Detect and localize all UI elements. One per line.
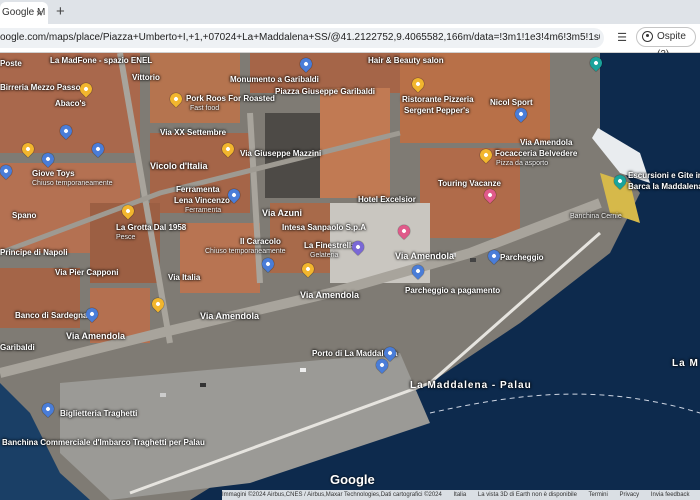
map-sublabel: Pizza da asporto — [496, 160, 549, 167]
map-label: Vittorio — [132, 73, 160, 82]
map-label: Lena Vincenzo — [174, 196, 230, 205]
browser-tab[interactable]: Google M × — [0, 2, 48, 24]
privacy-link[interactable]: Privacy — [620, 492, 640, 498]
street-label: Via Pier Capponi — [55, 268, 119, 277]
map-label: Ferramenta — [176, 185, 220, 194]
google-logo: Google — [330, 472, 375, 487]
imagery-credit: Immagini ©2024 Airbus,CNES / Airbus,Maxa… — [222, 492, 442, 498]
street-label: Via Amendola — [66, 331, 126, 341]
earth-notice: La vista 3D di Earth non è disponibile — [477, 492, 577, 498]
map-attribution-bar: Immagini ©2024 Airbus,CNES / Airbus,Maxa… — [222, 490, 700, 500]
map-sublabel: Ferramenta — [185, 207, 222, 214]
url-text: oogle.com/maps/place/Piazza+Umberto+I,+1… — [0, 32, 600, 43]
map-label: Touring Vacanze — [438, 179, 501, 188]
map-label: Parcheggio — [500, 253, 544, 262]
map-label: Giove Toys — [32, 169, 75, 178]
map-label: Hotel Excelsior — [358, 195, 416, 204]
map-label: Escursioni e Gite in — [628, 171, 700, 180]
street-label: Via Azuni — [262, 208, 303, 218]
address-bar: oogle.com/maps/place/Piazza+Umberto+I,+1… — [0, 24, 700, 60]
street-label: Garibaldi — [0, 343, 35, 352]
map-label: Vicolo d'Italia — [150, 161, 208, 171]
map-label: Hair & Beauty salon — [368, 56, 444, 65]
map-label: La Finestrella — [304, 241, 356, 250]
map-label: Intesa Sanpaolo S.p.A — [282, 223, 367, 232]
map-label: Piazza Giuseppe Garibaldi — [275, 87, 376, 96]
language-link[interactable]: Italia — [454, 492, 467, 498]
map-label: Via Amendola — [520, 138, 573, 147]
map-label: Focacceria Belvedere — [495, 149, 578, 158]
new-tab-icon[interactable]: + — [56, 3, 65, 21]
map-label: Via XX Settembre — [160, 128, 227, 137]
map-label: Banchina Cernie — [570, 213, 622, 220]
map-sublabel: Pesce — [116, 234, 136, 241]
map-label: Abaco's — [55, 99, 86, 108]
map-label: Nicol Sport — [490, 98, 533, 107]
map-label: Sergent Pepper's — [404, 106, 470, 115]
map-label: Barca la Maddalena — [628, 182, 700, 191]
street-label: Via Amendola — [200, 311, 260, 321]
map-sublabel: Fast food — [190, 105, 220, 112]
map-label: Parcheggio a pagamento — [405, 286, 501, 295]
map-sublabel: Gelateria — [310, 252, 339, 259]
map-sublabel: Chiuso temporaneamente — [205, 248, 286, 255]
browser-tab-bar: Google M × + — [0, 0, 700, 24]
map-label: Ristorante Pizzeria — [402, 95, 474, 104]
playlist-icon[interactable]: ☰ — [614, 30, 630, 46]
map-label: Banchina Commerciale d'Imbarco Traghetti… — [2, 438, 205, 447]
map-label: Via Giuseppe Mazzini — [240, 149, 322, 158]
street-label: Via Italia — [168, 273, 201, 282]
map-label: La Grotta Dal 1958 — [116, 223, 187, 232]
ferry-route-label: La Maddalena - Palau — [410, 380, 532, 391]
profile-icon — [642, 31, 653, 42]
map-label: Spano — [12, 211, 37, 220]
street-label: Via Amendola — [395, 251, 455, 261]
map-label: Poste — [0, 59, 22, 68]
map-label: La MadFone - spazio ENEL — [50, 56, 153, 65]
map-label: Birreria Mezzo Passo — [0, 83, 81, 92]
map-label: Biglietteria Traghetti — [60, 409, 138, 418]
tab-close-icon[interactable]: × — [36, 4, 42, 24]
map-sublabel: Chiuso temporaneamente — [32, 180, 113, 187]
map-label: Banco di Sardegna — [15, 311, 88, 320]
satellite-map[interactable]: Poste La MadFone - spazio ENEL Birreria … — [0, 53, 700, 500]
terms-link[interactable]: Termini — [589, 492, 608, 498]
ferry-route-label: La M — [672, 358, 699, 369]
map-label: Monumento a Garibaldi — [230, 75, 319, 84]
guest-profile-button[interactable]: Ospite (2) — [636, 27, 696, 60]
feedback-link[interactable]: Invia feedback — [651, 492, 690, 498]
map-label: Pork Roos For Roasted — [186, 94, 275, 103]
map-label: Il Caracolo — [240, 237, 281, 246]
url-field[interactable]: oogle.com/maps/place/Piazza+Umberto+I,+1… — [0, 28, 604, 48]
street-label: Principe di Napoli — [0, 248, 68, 257]
street-label: Via Amendola — [300, 290, 360, 300]
